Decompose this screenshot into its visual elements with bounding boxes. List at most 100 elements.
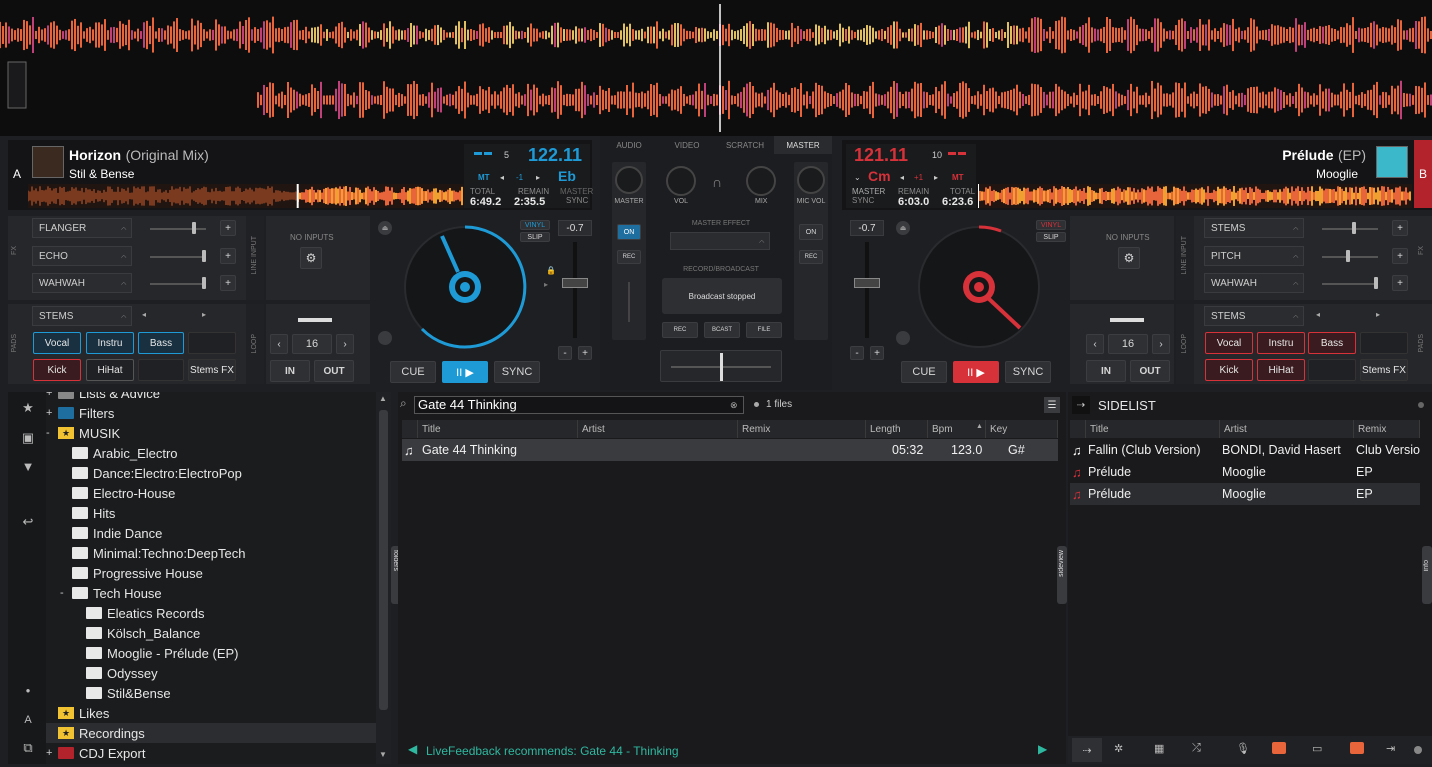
deck-a-fx3-slider[interactable] [150, 283, 206, 285]
sidelist-icon[interactable]: ⇢ [1072, 396, 1090, 414]
dot-icon[interactable]: ● [18, 680, 38, 700]
expander-icon[interactable]: + [46, 747, 58, 759]
mixer-tab-audio[interactable]: AUDIO [600, 136, 658, 154]
mixer-master-rec-button[interactable]: REC [617, 250, 641, 264]
deck-b-loop-prev-icon[interactable]: ‹ [1086, 334, 1104, 354]
filter-icon[interactable]: ▼ [18, 456, 38, 476]
deck-b-fx3-select[interactable]: WAHWAH [1204, 273, 1304, 293]
deck-a-pitch-minus[interactable]: - [558, 346, 572, 360]
deck-b-jog-wheel[interactable] [916, 224, 1042, 350]
deck-a-pad-empty-2[interactable] [138, 359, 184, 381]
folder-tree[interactable]: + Lists & Advice + Filters - ★ MUSIK Arabic_Ele… [46, 392, 376, 764]
export-icon[interactable]: ⇥ [1386, 742, 1395, 755]
deck-a-key[interactable]: Eb [558, 168, 576, 184]
deck-b-key-up-icon[interactable]: ▸ [934, 173, 938, 182]
folder-item[interactable]: Indie Dance [60, 523, 162, 543]
soundcloud-2-icon[interactable] [1350, 742, 1364, 754]
deck-a-mt[interactable]: MT [478, 173, 490, 182]
deck-a-fx3-knob[interactable] [202, 277, 206, 289]
deck-a-master-label[interactable]: MASTER [560, 187, 593, 196]
deck-a-pad-vocal[interactable]: Vocal [33, 332, 81, 354]
deck-b-fx2-plus-button[interactable]: + [1392, 248, 1408, 264]
livefeedback-right-icon[interactable]: ▶ [1038, 742, 1047, 756]
deck-b-vinyl-button[interactable]: VINYL [1036, 220, 1066, 230]
folder-item[interactable]: + CDJ Export [46, 743, 145, 763]
deck-b-in-button[interactable]: IN [1086, 360, 1126, 382]
mixer-mic-rec-button[interactable]: REC [799, 250, 823, 264]
crossfader[interactable] [660, 350, 782, 382]
deck-b-fx2-knob[interactable] [1346, 250, 1350, 262]
toolbar-dot-icon[interactable] [1414, 746, 1422, 754]
deck-a-overview-waveform[interactable] [28, 184, 463, 208]
expander-icon[interactable]: + [46, 392, 58, 399]
folder-item[interactable]: Dance:Electro:ElectroPop [60, 463, 242, 483]
deck-a-fx1-knob[interactable] [192, 222, 196, 234]
search-clear-icon[interactable]: ⊗ [730, 400, 738, 411]
crossfader-knob[interactable] [720, 353, 723, 381]
deck-a-in-button[interactable]: IN [270, 360, 310, 382]
deck-b-fx3-knob[interactable] [1374, 277, 1378, 289]
deck-a-pads-mode-select[interactable]: STEMS [32, 306, 132, 326]
deck-a-key-up-icon[interactable]: ▸ [536, 173, 540, 182]
folder-item[interactable]: Minimal:Techno:DeepTech [60, 543, 245, 563]
deck-b-fx2-select[interactable]: PITCH [1204, 246, 1304, 266]
sort-asc-icon[interactable]: ▲ [976, 423, 983, 430]
deck-b-fx1-plus-button[interactable]: + [1392, 220, 1408, 236]
folder-item[interactable]: ★ Likes [46, 703, 109, 723]
sideview-tab[interactable]: sideview [1057, 546, 1067, 604]
mixer-mic-on-button[interactable]: ON [799, 224, 823, 240]
side-col-remix[interactable]: Remix [1354, 420, 1420, 438]
deck-b-pitch-value[interactable]: -0.7 [850, 220, 884, 236]
deck-a-loop-size[interactable]: 16 [292, 334, 332, 354]
deck-a-pitch-arrow-icon[interactable]: ▸ [544, 280, 548, 289]
main-waveform-area[interactable] [0, 0, 1432, 136]
livefeedback-text[interactable]: LiveFeedback recommends: Gate 44 - Think… [426, 744, 679, 758]
deck-a-pad-kick[interactable]: Kick [33, 359, 81, 381]
deck-b-fx1-select[interactable]: STEMS [1204, 218, 1304, 238]
deck-a-vinyl-button[interactable]: VINYL [520, 220, 550, 230]
shuffle-icon[interactable]: ⤮ [1192, 742, 1201, 755]
livefeedback-left-icon[interactable]: ◀ [408, 742, 417, 756]
deck-b-fx2-slider[interactable] [1322, 256, 1378, 258]
mixer-mic-vol-knob[interactable] [797, 166, 825, 194]
deck-a-fx1-plus-button[interactable]: + [220, 220, 236, 236]
record-rec-button[interactable]: REC [662, 322, 698, 338]
deck-a-fx2-select[interactable]: ECHO [32, 246, 132, 266]
deck-a-pitch-plus[interactable]: + [578, 346, 592, 360]
mixer-master-knob[interactable] [615, 166, 643, 194]
col-key[interactable]: Key [986, 420, 1058, 438]
folder-item[interactable]: Electro-House [60, 483, 175, 503]
deck-a-line-input-label[interactable]: LINE INPUT [251, 236, 258, 275]
deck-a-loop-prev-icon[interactable]: ‹ [270, 334, 288, 354]
deck-b-overview-waveform[interactable] [978, 184, 1412, 208]
col-length[interactable]: Length [866, 420, 928, 438]
deck-a-fx1-select[interactable]: FLANGER [32, 218, 132, 238]
search-icon[interactable]: ⌕ [400, 396, 407, 411]
deck-a-pad-instru[interactable]: Instru [86, 332, 134, 354]
deck-b-pitch-minus[interactable]: - [850, 346, 864, 360]
folder-item[interactable]: Hits [60, 503, 115, 523]
deck-b-loop-size[interactable]: 16 [1108, 334, 1148, 354]
folder-item[interactable]: + Lists & Advice [46, 392, 160, 403]
deck-a-pitch-value[interactable]: -0.7 [558, 220, 592, 236]
folder-item[interactable]: - Tech House [60, 583, 162, 603]
deck-b-key-chevron-icon[interactable]: ⌄ [854, 173, 861, 182]
deck-a-pads-next-icon[interactable]: ▸ [202, 310, 206, 319]
deck-b-fx1-slider[interactable] [1322, 228, 1378, 230]
col-remix[interactable]: Remix [738, 420, 866, 438]
back-icon[interactable]: ↩ [18, 512, 38, 532]
deck-b-pad-hihat[interactable]: HiHat [1257, 359, 1305, 381]
mixer-tab-video[interactable]: VIDEO [658, 136, 716, 154]
expander-icon[interactable]: - [46, 427, 58, 439]
deck-b-mt[interactable]: MT [952, 173, 964, 182]
mixer-tab-master[interactable]: MASTER [774, 136, 832, 154]
star-icon[interactable]: ★ [18, 398, 38, 418]
microphone-icon[interactable]: 🎙 [1236, 742, 1250, 755]
deck-b-key-down-icon[interactable]: ◂ [900, 173, 904, 182]
sidelist-row[interactable]: ♫ Fallin (Club Version) BONDI, David Has… [1070, 439, 1420, 461]
deck-b-bpm[interactable]: 121.11 [854, 145, 908, 166]
deck-a-pad-stems-fx[interactable]: Stems FX [188, 359, 236, 381]
record-icon[interactable]: ▭ [1312, 742, 1322, 755]
deck-b-pad-stems-fx[interactable]: Stems FX [1360, 359, 1408, 381]
deck-a-slip-button[interactable]: SLIP [520, 232, 550, 242]
